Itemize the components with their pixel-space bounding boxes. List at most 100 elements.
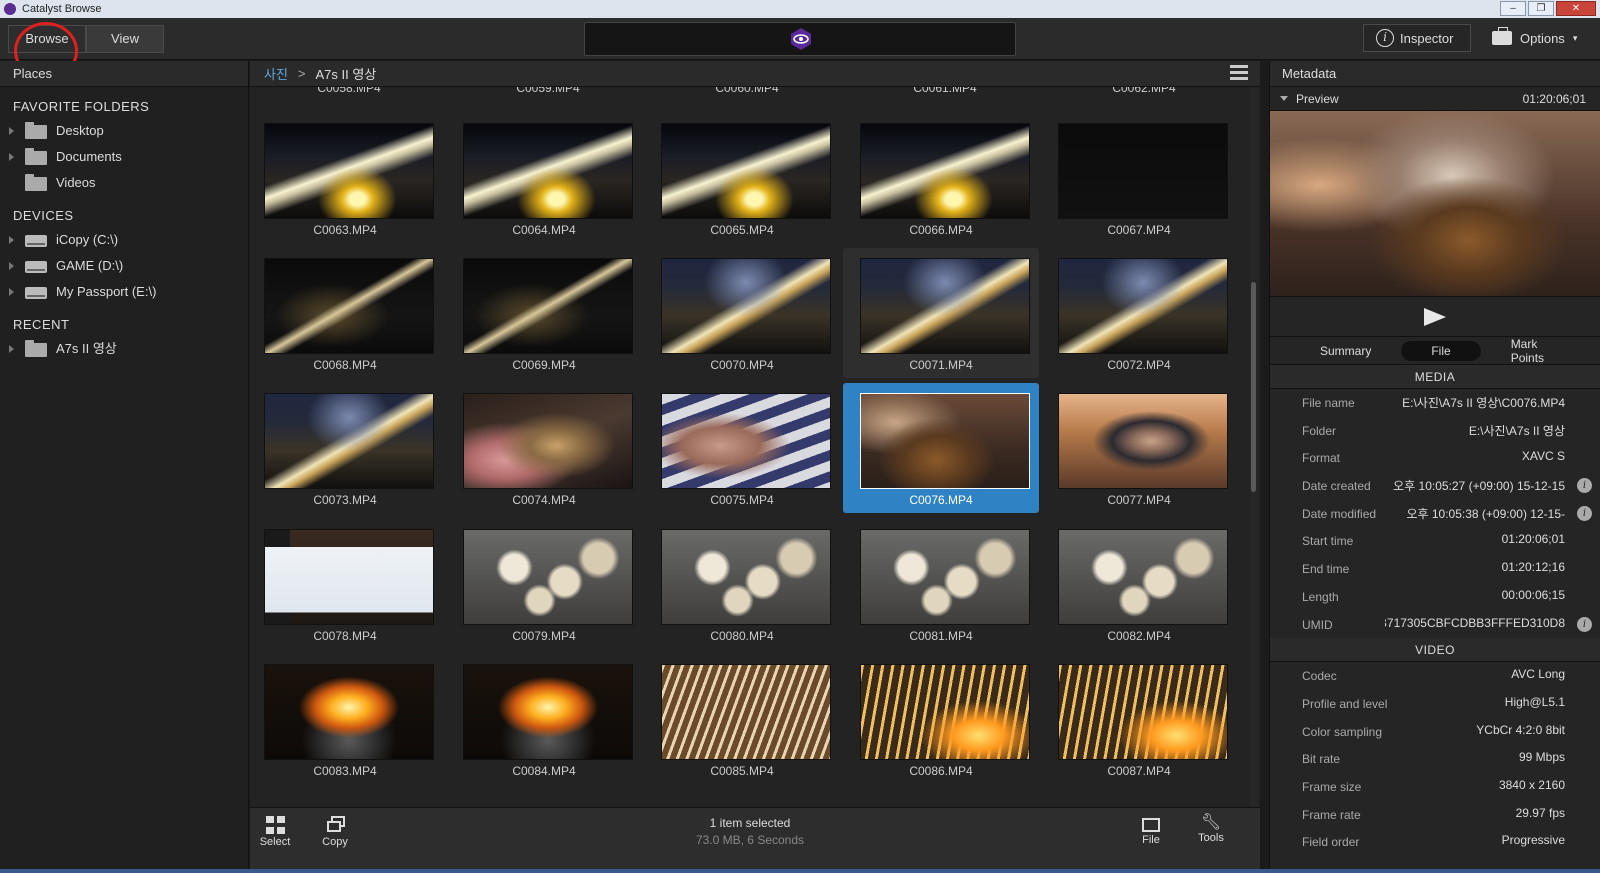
- meta-key: Length: [1302, 589, 1339, 604]
- clip-tile[interactable]: C0069.MP4: [446, 248, 642, 378]
- clip-tile[interactable]: C0067.MP4: [1041, 113, 1237, 243]
- clip-tile[interactable]: C0065.MP4: [644, 113, 840, 243]
- clip-tile[interactable]: C0063.MP4: [250, 113, 443, 243]
- favorite-videos[interactable]: Videos: [0, 170, 248, 196]
- expand-arrow-icon[interactable]: [9, 153, 14, 161]
- clip-tile[interactable]: C0075.MP4: [644, 383, 840, 513]
- clip-tile[interactable]: C0068.MP4: [250, 248, 443, 378]
- copy-button[interactable]: Copy: [310, 814, 360, 854]
- info-icon[interactable]: i: [1577, 505, 1592, 521]
- scrollbar-thumb[interactable]: [1251, 282, 1256, 492]
- select-button[interactable]: Select: [250, 814, 300, 854]
- meta-key: Codec: [1302, 669, 1337, 684]
- clip-thumbnail: [860, 393, 1030, 489]
- clip-tile[interactable]: C0064.MP4: [446, 113, 642, 243]
- meta-key: Start time: [1302, 534, 1354, 549]
- view-tab[interactable]: View: [86, 25, 164, 53]
- clip-name: C0071.MP4: [909, 358, 973, 372]
- places-header: Places: [0, 61, 248, 87]
- folder-icon: [25, 122, 47, 139]
- clip-thumbnail: [1058, 258, 1228, 354]
- meta-value: 15-12-15 오후 10:05:27 (+09:00): [1393, 479, 1565, 494]
- clip-tile[interactable]: C0072.MP4: [1041, 248, 1237, 378]
- device-e[interactable]: My Passport (E:\): [0, 279, 248, 305]
- inspector-button[interactable]: i Inspector: [1363, 24, 1471, 52]
- clip-tile[interactable]: C0073.MP4: [250, 383, 443, 513]
- meta-key: Field order: [1302, 835, 1360, 850]
- clip-tile[interactable]: C0084.MP4: [446, 654, 642, 784]
- clip-tile[interactable]: C0078.MP4: [250, 519, 443, 649]
- info-icon[interactable]: i: [1577, 616, 1592, 632]
- meta-row-bit-rate: Bit rate 99 Mbps: [1270, 745, 1600, 773]
- clip-thumbnail: [463, 529, 633, 625]
- clip-tile[interactable]: C0079.MP4: [446, 519, 642, 649]
- expand-arrow-icon[interactable]: [9, 288, 14, 296]
- clip-thumbnail: [661, 529, 831, 625]
- play-icon[interactable]: [1424, 307, 1446, 326]
- clip-tile[interactable]: C0083.MP4: [250, 654, 443, 784]
- select-label: Select: [259, 836, 291, 848]
- tools-menu-button[interactable]: 🔧︎ Tools: [1186, 814, 1236, 854]
- clip-name: C0078.MP4: [313, 629, 377, 643]
- meta-row-length: Length 00:00:06;15: [1270, 583, 1600, 611]
- info-icon[interactable]: i: [1577, 478, 1592, 494]
- close-button[interactable]: ✕: [1556, 1, 1596, 16]
- clip-name: C0087.MP4: [1107, 764, 1171, 778]
- drive-icon: [25, 261, 47, 273]
- clip-tile-selected[interactable]: C0076.MP4: [843, 383, 1039, 513]
- meta-value: High@L5.1: [1504, 694, 1565, 709]
- list-view-icon[interactable]: [1230, 65, 1248, 81]
- clip-tile[interactable]: C0081.MP4: [843, 519, 1039, 649]
- clip-thumbnail: [1058, 664, 1228, 760]
- grid-scrollbar[interactable]: [1250, 87, 1258, 829]
- expand-arrow-icon[interactable]: [9, 127, 14, 135]
- file-menu-button[interactable]: File: [1126, 814, 1176, 854]
- preview-section-header[interactable]: Preview 01:20:06;01: [1270, 87, 1600, 111]
- device-c[interactable]: iCopy (C:\): [0, 227, 248, 253]
- tab-file[interactable]: File: [1401, 340, 1481, 361]
- clip-thumbnail: [661, 123, 831, 219]
- options-button[interactable]: Options ▾: [1486, 24, 1592, 52]
- clip-thumbnail: [264, 664, 434, 760]
- play-controls: [1270, 297, 1600, 337]
- minimize-button[interactable]: –: [1500, 1, 1526, 16]
- clip-thumbnail: [661, 664, 831, 760]
- clip-tile[interactable]: C0066.MP4: [843, 113, 1039, 243]
- clip-tile[interactable]: C0077.MP4: [1041, 383, 1237, 513]
- clip-tile[interactable]: C0086.MP4: [843, 654, 1039, 784]
- collapse-triangle-icon[interactable]: [1280, 96, 1288, 101]
- clip-thumbnail: [1058, 529, 1228, 625]
- clip-thumbnail: [860, 664, 1030, 760]
- copy-icon: [325, 816, 345, 834]
- clip-tile[interactable]: C0074.MP4: [446, 383, 642, 513]
- clip-thumbnail: [860, 123, 1030, 219]
- tab-summary[interactable]: Summary: [1290, 341, 1401, 361]
- clip-tile[interactable]: C0080.MP4: [644, 519, 840, 649]
- clip-thumbnail: [463, 123, 633, 219]
- browse-tab[interactable]: Browse: [8, 25, 86, 53]
- favorite-documents[interactable]: Documents: [0, 144, 248, 170]
- favorite-desktop[interactable]: Desktop: [0, 118, 248, 144]
- partial-clip-label: C0060.MP4: [715, 87, 779, 95]
- recent-a7s-folder[interactable]: A7s II 영상: [0, 336, 248, 362]
- clip-tile[interactable]: C0071.MP4: [843, 248, 1039, 378]
- select-grid-icon: [265, 816, 285, 834]
- clip-tile[interactable]: C0087.MP4: [1041, 654, 1237, 784]
- meta-row-end-time: End time 01:20:12;16: [1270, 555, 1600, 583]
- clip-name: C0081.MP4: [909, 629, 973, 643]
- breadcrumb-root-link[interactable]: 사진: [264, 64, 288, 83]
- clip-tile[interactable]: C0082.MP4: [1041, 519, 1237, 649]
- meta-key: End time: [1302, 562, 1350, 577]
- expand-arrow-icon[interactable]: [9, 236, 14, 244]
- clip-tile[interactable]: C0070.MP4: [644, 248, 840, 378]
- meta-key: UMID: [1302, 617, 1333, 632]
- clip-tile[interactable]: C0085.MP4: [644, 654, 840, 784]
- expand-arrow-icon[interactable]: [9, 262, 14, 270]
- expand-arrow-icon[interactable]: [9, 345, 14, 353]
- device-d[interactable]: GAME (D:\): [0, 253, 248, 279]
- meta-value: E:\사진\A7s II 영상: [1468, 423, 1565, 438]
- clip-thumbnail: [463, 258, 633, 354]
- tab-mark-points[interactable]: Mark Points: [1481, 334, 1580, 368]
- maximize-button[interactable]: ❐: [1528, 1, 1554, 16]
- folder-icon: [25, 174, 47, 191]
